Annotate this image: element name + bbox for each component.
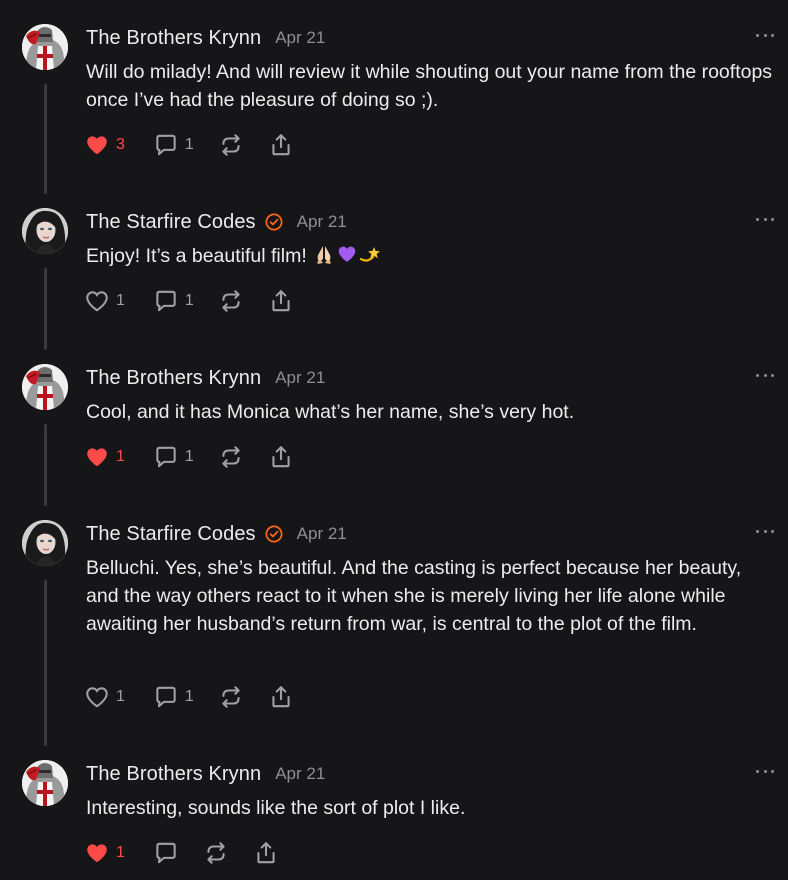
heart-icon <box>84 684 110 710</box>
share-button[interactable] <box>268 131 294 159</box>
comment-date[interactable]: Apr 21 <box>297 524 347 544</box>
avatar[interactable] <box>22 760 68 806</box>
restack-button[interactable] <box>218 683 244 711</box>
heart-icon <box>84 132 110 158</box>
comment-header: The Brothers Krynn Apr 21 <box>86 366 325 390</box>
author-name[interactable]: The Starfire Codes <box>86 211 256 234</box>
restack-button[interactable] <box>218 131 244 159</box>
like-count: 3 <box>116 136 125 153</box>
comment-text: Will do milady! And will review it while… <box>86 61 773 111</box>
comment-date[interactable]: Apr 21 <box>275 28 325 48</box>
reply-count: 1 <box>184 448 194 465</box>
author-name[interactable]: The Brothers Krynn <box>86 763 261 786</box>
comment-actions: 1 1 <box>84 287 294 315</box>
restack-icon <box>203 840 229 866</box>
thread-line <box>44 268 47 350</box>
thread-line <box>44 580 47 746</box>
reply-count: 1 <box>184 688 194 705</box>
author-name[interactable]: The Brothers Krynn <box>86 367 261 390</box>
avatar[interactable] <box>22 520 68 566</box>
like-button[interactable]: 1 <box>84 839 125 867</box>
more-options-icon[interactable] <box>756 524 774 538</box>
comment-actions: 3 1 <box>84 131 294 159</box>
comment-bubble-icon <box>153 684 179 710</box>
author-name[interactable]: The Starfire Codes <box>86 523 256 546</box>
restack-button[interactable] <box>218 287 244 315</box>
share-icon <box>253 840 279 866</box>
like-button[interactable]: 1 <box>84 287 125 315</box>
heart-icon <box>84 444 110 470</box>
comment-text: Interesting, sounds like the sort of plo… <box>86 797 466 819</box>
comment-header: The Starfire Codes Apr 21 <box>86 210 347 234</box>
comment-header: The Brothers Krynn Apr 21 <box>86 762 325 786</box>
more-options-icon[interactable] <box>756 28 774 42</box>
heart-icon <box>84 840 110 866</box>
author-name[interactable]: The Brothers Krynn <box>86 27 261 50</box>
restack-icon <box>218 288 244 314</box>
comment-date[interactable]: Apr 21 <box>275 368 325 388</box>
share-icon <box>268 132 294 158</box>
like-button[interactable]: 1 <box>84 443 125 471</box>
comment-text-body: Enjoy! It’s a beautiful film! <box>86 245 313 267</box>
reply-count: 1 <box>184 136 194 153</box>
comment-thread: The Brothers Krynn Apr 21 Will do milady… <box>0 0 788 880</box>
more-options-icon[interactable] <box>756 764 774 778</box>
comment-text: Cool, and it has Monica what’s her name,… <box>86 401 575 423</box>
comment-bubble-icon <box>153 444 179 470</box>
restack-icon <box>218 684 244 710</box>
folded-hands-emoji <box>313 243 335 265</box>
avatar[interactable] <box>22 208 68 254</box>
restack-button[interactable] <box>203 839 229 867</box>
reply-count: 1 <box>184 292 194 309</box>
share-icon <box>268 444 294 470</box>
comment-bubble-icon <box>153 132 179 158</box>
purple-heart-emoji <box>336 243 358 265</box>
comment-header: The Starfire Codes Apr 21 <box>86 522 347 546</box>
restack-button[interactable] <box>218 443 244 471</box>
verified-badge-icon <box>265 525 283 543</box>
like-button[interactable]: 3 <box>84 131 125 159</box>
share-icon <box>268 288 294 314</box>
comment-text: Enjoy! It’s a beautiful film! <box>86 242 776 270</box>
comment-actions: 1 <box>84 839 279 867</box>
restack-icon <box>218 444 244 470</box>
reply-button[interactable] <box>153 839 179 867</box>
comment-actions: 1 1 <box>84 443 294 471</box>
share-button[interactable] <box>268 287 294 315</box>
like-button[interactable]: 1 <box>84 683 125 711</box>
restack-icon <box>218 132 244 158</box>
comment-bubble-icon <box>153 288 179 314</box>
comment-date[interactable]: Apr 21 <box>297 212 347 232</box>
share-button[interactable] <box>253 839 279 867</box>
thread-line <box>44 424 47 506</box>
comment-bubble-icon <box>153 840 179 866</box>
comment-header: The Brothers Krynn Apr 21 <box>86 26 325 50</box>
more-options-icon[interactable] <box>756 212 774 226</box>
share-button[interactable] <box>268 443 294 471</box>
comment-actions: 1 1 <box>84 683 294 711</box>
like-count: 1 <box>116 448 125 465</box>
more-options-icon[interactable] <box>756 368 774 382</box>
like-count: 1 <box>116 688 125 705</box>
reply-button[interactable]: 1 <box>153 443 194 471</box>
comment-text: Belluchi. Yes, she’s beautiful. And the … <box>86 557 742 635</box>
reply-button[interactable]: 1 <box>153 131 194 159</box>
dizzy-star-emoji <box>359 243 381 265</box>
heart-icon <box>84 288 110 314</box>
share-icon <box>268 684 294 710</box>
thread-line <box>44 84 47 194</box>
like-count: 1 <box>116 844 125 861</box>
avatar[interactable] <box>22 364 68 410</box>
share-button[interactable] <box>268 683 294 711</box>
like-count: 1 <box>116 292 125 309</box>
verified-badge-icon <box>265 213 283 231</box>
comment-date[interactable]: Apr 21 <box>275 764 325 784</box>
reply-button[interactable]: 1 <box>153 683 194 711</box>
reply-button[interactable]: 1 <box>153 287 194 315</box>
avatar[interactable] <box>22 24 68 70</box>
